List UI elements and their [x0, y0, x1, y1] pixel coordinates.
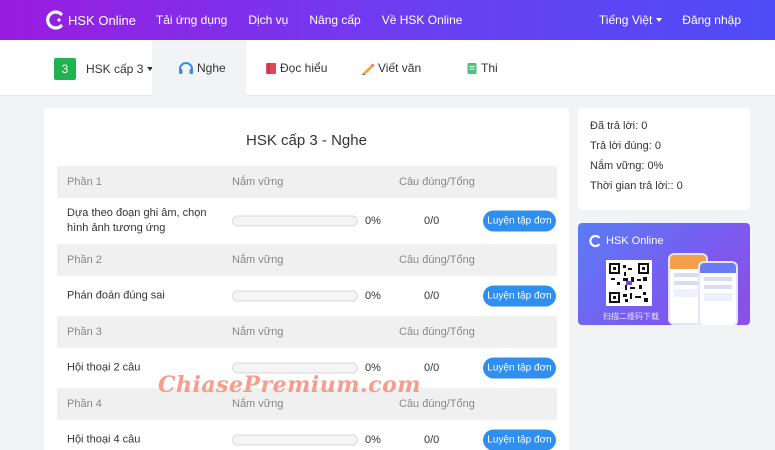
- section-row: Phán đoán đúng sai 0% 0/0 Luyện tập đơn: [57, 276, 557, 316]
- part-label: Phần 1: [67, 176, 102, 188]
- mastery-progress-bar: [232, 215, 358, 227]
- document-icon: [467, 62, 477, 74]
- tab-writing[interactable]: Viết văn: [361, 40, 421, 96]
- login-link[interactable]: Đăng nhập: [682, 13, 741, 27]
- top-navbar: HSK Online Tải ứng dụng Dịch vụ Nâng cấp…: [0, 0, 775, 40]
- practice-button[interactable]: Luyện tập đơn: [483, 429, 556, 450]
- mastery-header: Nắm vững: [232, 176, 284, 188]
- answer-time: Thời gian trả lời:: 0: [590, 180, 683, 192]
- practice-button[interactable]: Luyện tập đơn: [483, 357, 556, 379]
- tab-label: Thi: [481, 61, 498, 75]
- score-header: Câu đúng/Tổng: [399, 254, 475, 266]
- mastery-header: Nắm vững: [232, 398, 284, 410]
- score-header: Câu đúng/Tổng: [399, 176, 475, 188]
- nav-links: Tải ứng dụng Dịch vụ Nâng cấp Về HSK Onl…: [156, 13, 484, 27]
- score-header: Câu đúng/Tổng: [399, 398, 475, 410]
- tab-label: Viết văn: [378, 61, 422, 75]
- sections-table: Phần 1 Nắm vững Câu đúng/Tổng Dựa theo đ…: [57, 166, 557, 450]
- section-header: Phần 1 Nắm vững Câu đúng/Tổng: [57, 166, 557, 198]
- section-name: Dựa theo đoạn ghi âm, chọn hình ảnh tươn…: [67, 207, 207, 234]
- hsk-logo-icon: [589, 234, 600, 248]
- chevron-down-icon: [656, 18, 663, 22]
- tab-listening[interactable]: Nghe: [152, 40, 246, 96]
- phone-mockup: [698, 261, 738, 325]
- section-name: Hội thoại 4 câu: [67, 433, 141, 446]
- section-row: Dựa theo đoạn ghi âm, chọn hình ảnh tươn…: [57, 198, 557, 244]
- nav-download-app[interactable]: Tải ứng dụng: [156, 13, 227, 27]
- practice-button[interactable]: Luyện tập đơn: [483, 285, 556, 307]
- mastery-header: Nắm vững: [232, 326, 284, 338]
- practice-button[interactable]: Luyện tập đơn: [483, 210, 556, 232]
- promo-brand-name: HSK Online: [606, 235, 664, 247]
- tab-label: Nghe: [197, 61, 226, 75]
- pencil-icon: [362, 63, 375, 75]
- section-row: Hội thoại 4 câu 0% 0/0 Luyện tập đơn: [57, 420, 557, 450]
- mastery-progress-bar: [232, 434, 358, 446]
- watermark: ChiasePremium.com: [158, 372, 422, 398]
- tab-exam[interactable]: Thi: [466, 40, 498, 96]
- part-label: Phần 2: [67, 254, 102, 266]
- part-label: Phần 4: [67, 398, 102, 410]
- mastery-percent: 0%: [365, 434, 381, 446]
- promo-brand: HSK Online: [588, 234, 663, 248]
- page-title: HSK cấp 3 - Nghe: [246, 132, 367, 149]
- nav-about[interactable]: Về HSK Online: [382, 13, 463, 27]
- promo-caption: 扫描二维码下载: [603, 312, 659, 321]
- level-badge: 3: [54, 58, 76, 80]
- nav-services[interactable]: Dịch vụ: [248, 13, 288, 27]
- mastery-stat: Nắm vững: 0%: [590, 160, 664, 172]
- nav-right: Tiếng Việt Đăng nhập: [599, 13, 741, 27]
- app-download-banner[interactable]: HSK Online 扫描二维码下载: [578, 223, 750, 325]
- nav-upgrade[interactable]: Nâng cấp: [309, 13, 360, 27]
- book-icon: [266, 62, 276, 74]
- score-header: Câu đúng/Tổng: [399, 326, 475, 338]
- brand-name: HSK Online: [68, 12, 136, 28]
- headphones-icon: [179, 62, 193, 74]
- level-label: HSK cấp 3: [86, 62, 144, 76]
- tab-label: Đọc hiểu: [280, 61, 328, 75]
- language-label: Tiếng Việt: [598, 13, 653, 27]
- hsk-logo-icon: [44, 9, 66, 31]
- mastery-percent: 0%: [365, 290, 381, 302]
- level-select[interactable]: 3 HSK cấp 3: [54, 58, 154, 80]
- mastery-percent: 0%: [365, 215, 381, 227]
- answered-count: Đã trả lời: 0: [590, 120, 648, 132]
- practice-card: HSK cấp 3 - Nghe Phần 1 Nắm vững Câu đún…: [44, 108, 569, 450]
- section-name: Phán đoán đúng sai: [67, 289, 165, 302]
- stats-card: Đã trả lời: 0 Trả lời đúng: 0 Nắm vững: …: [578, 108, 750, 210]
- language-select[interactable]: Tiếng Việt: [598, 13, 663, 27]
- mastery-header: Nắm vững: [232, 254, 284, 266]
- mastery-progress-bar: [232, 290, 358, 302]
- section-header: Phần 2 Nắm vững Câu đúng/Tổng: [57, 244, 557, 276]
- correct-total: 0/0: [424, 362, 440, 374]
- skill-tabs-bar: 3 HSK cấp 3 Nghe Đọc hiểu Viết văn Thi: [0, 40, 775, 96]
- correct-total: 0/0: [424, 215, 440, 227]
- section-header: Phần 3 Nắm vững Câu đúng/Tổng: [57, 316, 557, 348]
- correct-count: Trả lời đúng: 0: [590, 140, 662, 152]
- part-label: Phần 3: [67, 326, 102, 338]
- brand[interactable]: HSK Online: [44, 9, 136, 31]
- correct-total: 0/0: [424, 290, 440, 302]
- tab-reading[interactable]: Đọc hiểu: [265, 40, 327, 96]
- correct-total: 0/0: [424, 434, 440, 446]
- qr-code-icon: [606, 260, 652, 306]
